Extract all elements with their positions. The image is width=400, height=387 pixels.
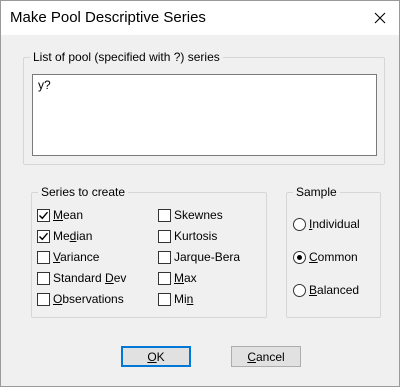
ok-button[interactable]: OK [121, 346, 191, 367]
checkbox-label: Variance [53, 250, 100, 264]
checkbox-unchecked-icon[interactable] [37, 292, 50, 306]
checkbox-label: Min [174, 292, 194, 306]
pool-series-textarea[interactable]: y? [32, 74, 377, 156]
radio-selected-icon[interactable] [293, 250, 306, 264]
checkbox-standard-dev[interactable]: Standard Dev [37, 270, 126, 286]
close-icon [374, 12, 386, 24]
sample-group-label: Sample [293, 185, 340, 199]
checkbox-checked-icon[interactable] [37, 208, 50, 222]
checkbox-label: Skewnes [174, 208, 223, 222]
radio-balanced[interactable]: Balanced [293, 282, 359, 298]
series-group-label: Series to create [38, 185, 129, 199]
checkbox-label: Max [174, 271, 197, 285]
cancel-button-label: Cancel [247, 349, 285, 364]
checkbox-label: Kurtosis [174, 229, 218, 243]
checkbox-kurtosis[interactable]: Kurtosis [158, 228, 217, 244]
pool-list-label: List of pool (specified with ?) series [30, 50, 223, 64]
close-button[interactable] [365, 3, 395, 33]
checkbox-unchecked-icon[interactable] [158, 208, 171, 222]
checkbox-unchecked-icon[interactable] [158, 271, 171, 285]
radio-label: Common [309, 250, 358, 264]
cancel-button[interactable]: Cancel [231, 346, 301, 367]
checkbox-median[interactable]: Median [37, 228, 92, 244]
radio-unselected-icon[interactable] [293, 217, 306, 231]
checkbox-unchecked-icon[interactable] [37, 250, 50, 264]
checkbox-unchecked-icon[interactable] [37, 271, 50, 285]
checkbox-unchecked-icon[interactable] [158, 292, 171, 306]
checkbox-variance[interactable]: Variance [37, 249, 99, 265]
radio-label: Individual [309, 217, 360, 231]
checkbox-label: Jarque-Bera [174, 250, 241, 264]
checkbox-skewnes[interactable]: Skewnes [158, 207, 223, 223]
checkbox-label: Standard Dev [53, 271, 127, 285]
checkbox-label: Median [53, 229, 93, 243]
checkbox-unchecked-icon[interactable] [158, 250, 171, 264]
dialog-title: Make Pool Descriptive Series [10, 9, 206, 26]
checkbox-label: Observations [53, 292, 124, 306]
radio-common[interactable]: Common [293, 249, 358, 265]
checkbox-label: Mean [53, 208, 84, 222]
radio-individual[interactable]: Individual [293, 216, 360, 232]
ok-button-label: OK [147, 349, 165, 364]
pool-series-value: y? [38, 78, 51, 92]
title-bar: Make Pool Descriptive Series [1, 1, 399, 35]
checkbox-checked-icon[interactable] [37, 229, 50, 243]
checkbox-max[interactable]: Max [158, 270, 197, 286]
checkbox-unchecked-icon[interactable] [158, 229, 171, 243]
checkbox-min[interactable]: Min [158, 291, 193, 307]
dialog-window: Make Pool Descriptive Series List of poo… [0, 0, 400, 387]
radio-label: Balanced [309, 283, 360, 297]
radio-unselected-icon[interactable] [293, 283, 306, 297]
checkbox-mean[interactable]: Mean [37, 207, 83, 223]
checkbox-jarque-bera[interactable]: Jarque-Bera [158, 249, 240, 265]
checkbox-observations[interactable]: Observations [37, 291, 124, 307]
